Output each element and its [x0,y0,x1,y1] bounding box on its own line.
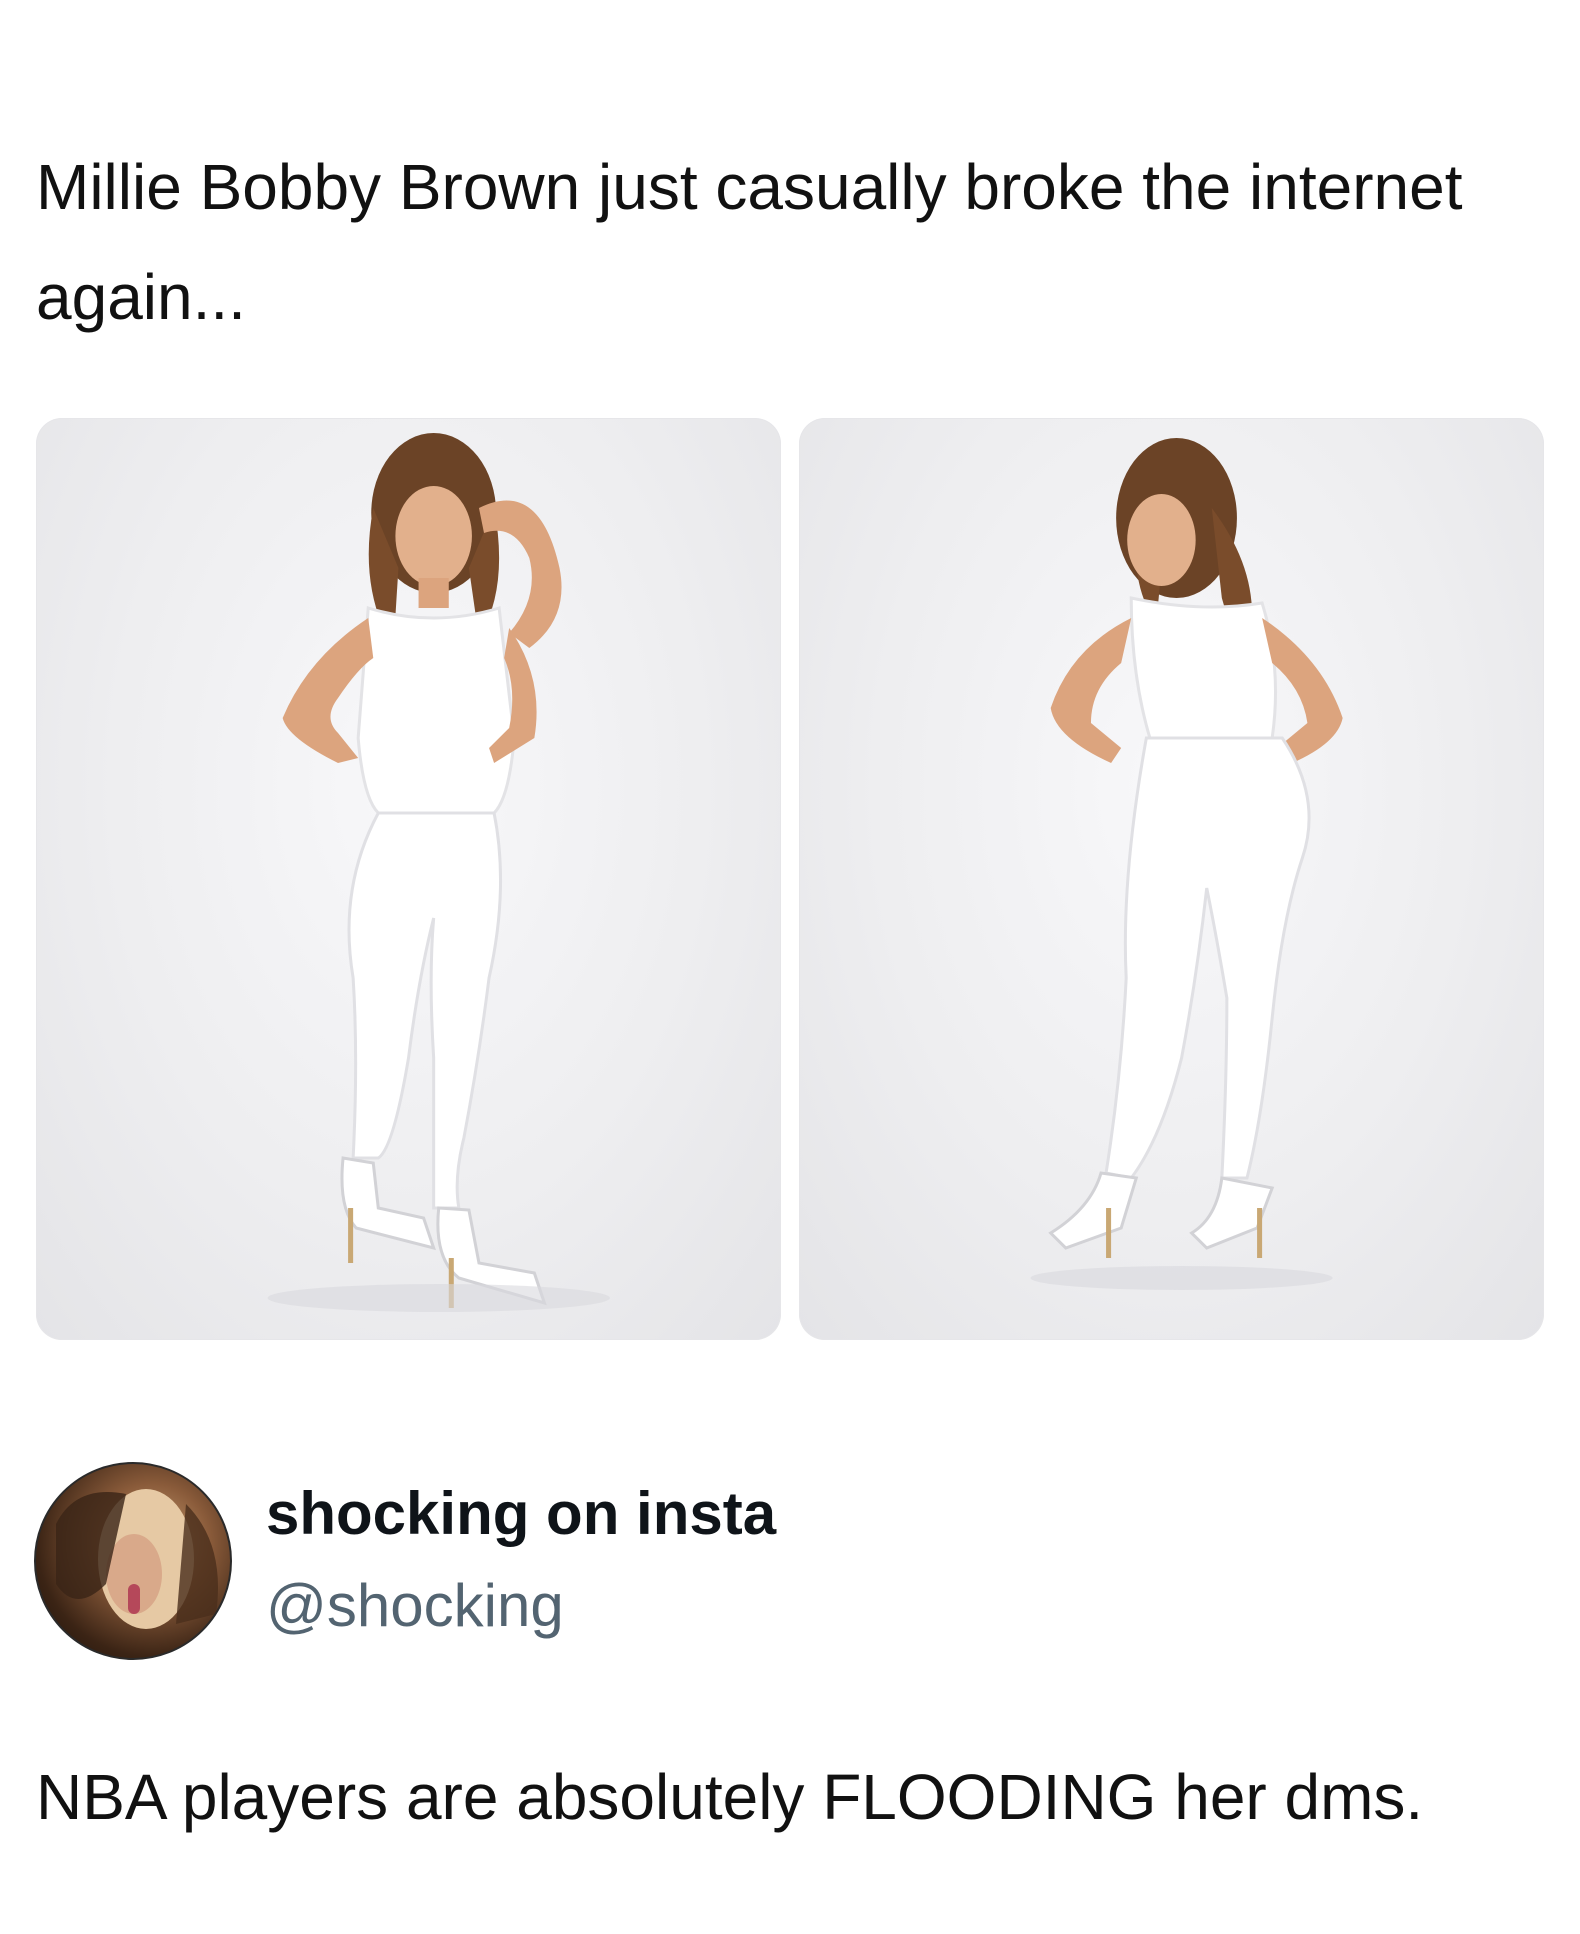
avatar-icon [56,1489,218,1629]
photo-front[interactable] [36,418,781,1340]
tweet-text: NBA players are absolutely FLOODING her … [36,1761,1424,1833]
avatar[interactable] [34,1462,232,1660]
photo-grid [36,418,1544,1340]
display-name[interactable]: shocking on insta [266,1474,776,1554]
photo-front-icon [267,433,610,1312]
account-handle[interactable]: @shocking [266,1566,564,1646]
post-caption: Millie Bobby Brown just casually broke t… [36,151,1463,333]
photo-back[interactable] [799,418,1544,1340]
quoted-account[interactable]: shocking on insta @shocking [34,1462,1534,1662]
photo-back-icon [1030,438,1343,1290]
